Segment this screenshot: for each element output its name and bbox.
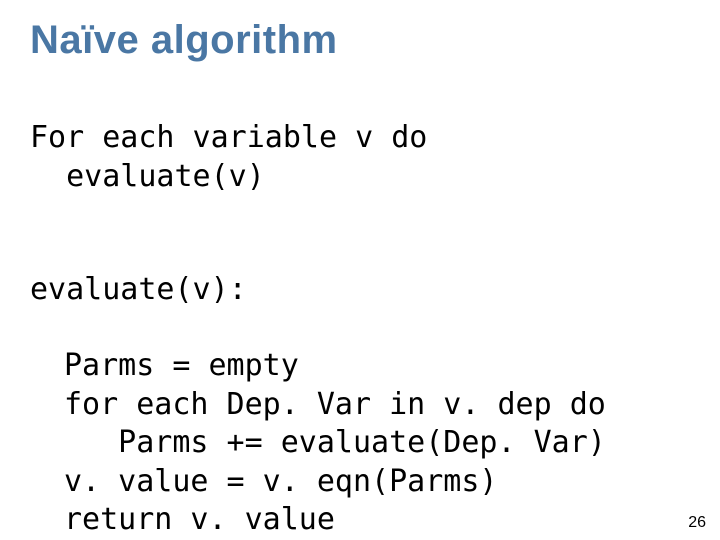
code-line: evaluate(v) — [30, 159, 265, 194]
code-line: v. value = v. eqn(Parms) — [64, 464, 497, 499]
code-block-loop: For each variable v do evaluate(v) — [30, 81, 690, 196]
code-line: Parms += evaluate(Dep. Var) — [64, 425, 606, 460]
code-line: Parms = empty — [64, 348, 299, 383]
code-block-func-body: Parms = empty for each Dep. Var in v. de… — [30, 309, 690, 539]
code-line: return v. value — [64, 502, 335, 537]
slide-title: Naïve algorithm — [30, 18, 690, 63]
page-number: 26 — [688, 514, 706, 532]
code-block-func-header: evaluate(v): — [30, 232, 690, 309]
code-line: for each Dep. Var in v. dep do — [64, 387, 606, 422]
code-line: evaluate(v): — [30, 272, 247, 307]
code-line: For each variable v do — [30, 120, 427, 155]
slide: Naïve algorithm For each variable v do e… — [0, 0, 720, 540]
